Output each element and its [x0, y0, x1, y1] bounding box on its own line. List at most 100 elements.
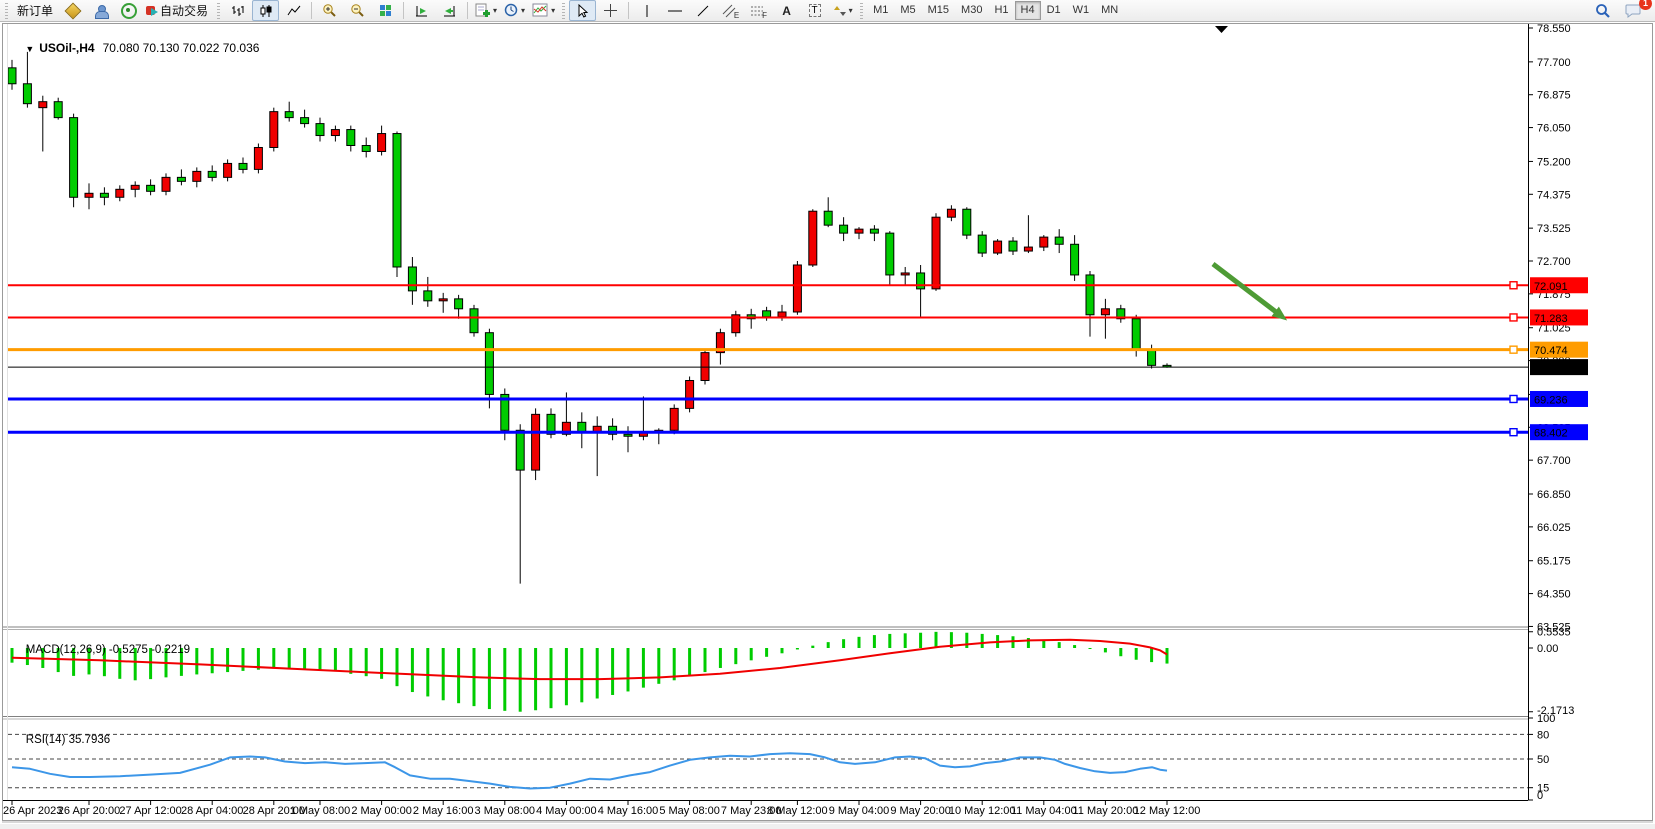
- autotrade-button[interactable]: 自动交易: [143, 0, 213, 21]
- trendline-tool-button[interactable]: [689, 0, 716, 21]
- horizontal-line-icon: [667, 4, 683, 18]
- price-badge-label: 70.474: [1534, 345, 1568, 357]
- macd-histogram-bar: [580, 648, 583, 702]
- macd-histogram-bar: [1150, 648, 1153, 662]
- price-badge-label: 70.036: [1534, 363, 1568, 375]
- macd-histogram-bar: [1166, 648, 1169, 664]
- candle-body: [1024, 247, 1032, 251]
- candle-body: [393, 134, 401, 267]
- timeframe-button-h1[interactable]: H1: [988, 1, 1014, 20]
- macd-histogram-bar: [781, 648, 784, 653]
- candle-body: [947, 209, 955, 217]
- candle-body: [378, 134, 386, 152]
- candle-body: [932, 217, 940, 289]
- new-chart-button[interactable]: ▾: [472, 0, 500, 21]
- candle-body: [670, 408, 678, 430]
- toolbar-grip[interactable]: [562, 3, 565, 19]
- vline-tool-button[interactable]: [633, 0, 660, 21]
- search-icon: [1595, 3, 1611, 19]
- timeframe-button-m5[interactable]: M5: [894, 1, 921, 20]
- chart-canvas[interactable]: 78.55077.70076.87576.05075.20074.37573.5…: [0, 0, 1655, 824]
- timeframe-button-m15[interactable]: M15: [922, 1, 955, 20]
- notifications-button[interactable]: 1: [1620, 0, 1647, 21]
- toolbar-grip[interactable]: [860, 3, 863, 19]
- macd-histogram-bar: [734, 648, 737, 664]
- line-handle[interactable]: [1510, 346, 1517, 353]
- rsi-axis-label: 50: [1537, 754, 1549, 766]
- autotrade-icon: [146, 5, 158, 17]
- periods-button[interactable]: ▾: [501, 0, 528, 21]
- timeframe-button-w1[interactable]: W1: [1067, 1, 1096, 20]
- rsi-name: RSI(14): [26, 734, 66, 746]
- crosshair-icon: [603, 3, 618, 18]
- toolbar-grip[interactable]: [217, 3, 220, 19]
- timeframe-button-h4[interactable]: H4: [1015, 1, 1041, 20]
- toolbar-grip[interactable]: [5, 3, 8, 19]
- signals-button[interactable]: [115, 0, 142, 21]
- new-order-button[interactable]: 新订单: [12, 0, 58, 21]
- arrows-tool-button[interactable]: ▾: [829, 0, 856, 21]
- candle-body: [1040, 237, 1048, 247]
- chart-shift-button[interactable]: [408, 0, 435, 21]
- crosshair-button[interactable]: [597, 0, 624, 21]
- line-handle[interactable]: [1510, 429, 1517, 436]
- candle-body: [455, 299, 463, 309]
- text-tool-button[interactable]: A: [773, 0, 800, 21]
- person-icon: [95, 5, 107, 17]
- line-handle[interactable]: [1510, 395, 1517, 402]
- candle-body: [686, 380, 694, 408]
- timeframe-button-mn[interactable]: MN: [1095, 1, 1124, 20]
- chart-bars-button[interactable]: [224, 0, 251, 21]
- hline-tool-button[interactable]: [661, 0, 688, 21]
- timeframe-button-d1[interactable]: D1: [1041, 1, 1067, 20]
- label-tool-icon: T: [809, 4, 821, 17]
- candle-body: [809, 211, 817, 265]
- clock-icon: [504, 3, 519, 18]
- line-handle[interactable]: [1510, 282, 1517, 289]
- gold-seal-button[interactable]: [59, 0, 86, 21]
- macd-histogram-bar: [904, 633, 907, 648]
- price-axis-label: 76.050: [1537, 123, 1571, 135]
- chart-line-button[interactable]: [280, 0, 307, 21]
- channel-tool-button[interactable]: E: [717, 0, 744, 21]
- price-axis-label: 75.200: [1537, 156, 1571, 168]
- chart-autoscroll-button[interactable]: [436, 0, 463, 21]
- tile-windows-button[interactable]: [372, 0, 399, 21]
- cursor-button[interactable]: [569, 0, 596, 21]
- macd-histogram-bar: [349, 648, 352, 674]
- candle-body: [1071, 244, 1079, 275]
- time-axis-label: 26 Apr 20:00: [58, 805, 120, 817]
- macd-histogram-bar: [688, 648, 691, 676]
- macd-histogram-bar: [981, 634, 984, 648]
- chart-background[interactable]: [0, 22, 1655, 824]
- indicators-button[interactable]: ▾: [529, 0, 558, 21]
- candle-body: [285, 112, 293, 118]
- candle-body: [778, 312, 786, 317]
- main-toolbar: 新订单 自动交易 ▾ ▾ ▾: [0, 0, 1655, 22]
- macd-histogram-bar: [396, 648, 399, 686]
- time-axis-label: 11 May 04:00: [1011, 805, 1077, 817]
- timeframe-button-m1[interactable]: M1: [867, 1, 894, 20]
- fibonacci-tool-button[interactable]: F: [745, 0, 772, 21]
- rsi-axis-label: 80: [1537, 729, 1549, 741]
- candle-body: [54, 102, 62, 118]
- line-handle[interactable]: [1510, 314, 1517, 321]
- chart-ohlc-values: 70.080 70.130 70.022 70.036: [103, 41, 260, 55]
- zoom-in-button[interactable]: [316, 0, 343, 21]
- macd-histogram-bar: [211, 648, 214, 673]
- chevron-down-icon: ▾: [849, 6, 853, 15]
- rsi-indicator-label: RSI(14) 35.7936: [13, 722, 110, 758]
- cursor-icon: [576, 4, 589, 18]
- price-axis-label: 72.700: [1537, 256, 1571, 268]
- timeframe-button-m30[interactable]: M30: [955, 1, 988, 20]
- chart-candles-button[interactable]: [252, 0, 279, 21]
- macd-histogram-bar: [750, 648, 753, 660]
- profile-button[interactable]: [87, 0, 114, 21]
- collapse-chart-icon[interactable]: ▼: [25, 44, 34, 54]
- search-button[interactable]: [1589, 0, 1616, 21]
- label-tool-button[interactable]: T: [801, 0, 828, 21]
- macd-histogram-bar: [1104, 648, 1107, 652]
- zoom-out-button[interactable]: [344, 0, 371, 21]
- price-axis-label: 67.700: [1537, 455, 1571, 467]
- arrows-shapes-icon: [833, 4, 847, 18]
